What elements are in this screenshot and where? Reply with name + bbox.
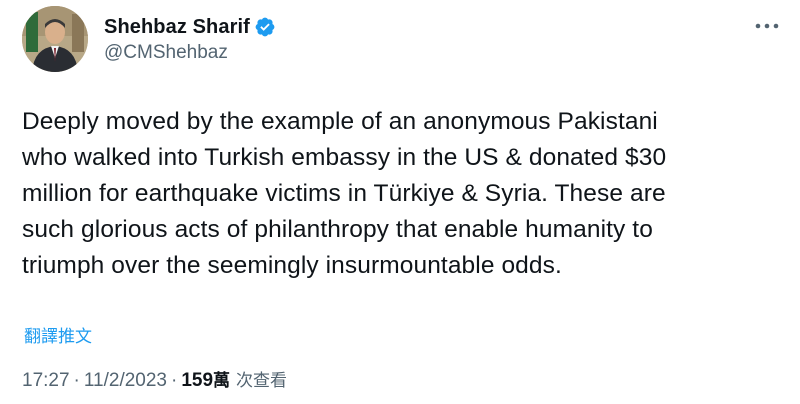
meta-separator: · <box>73 370 80 391</box>
views-count[interactable]: 159 <box>181 370 213 392</box>
verified-badge-icon <box>254 16 276 38</box>
author-header: Shehbaz Sharif @CMShehbaz <box>104 14 276 64</box>
display-name[interactable]: Shehbaz Sharif <box>104 16 250 39</box>
meta-separator: · <box>171 370 178 391</box>
tweet-text: Deeply moved by the example of an anonym… <box>22 104 792 284</box>
translate-tweet-link[interactable]: 翻譯推文 <box>24 322 92 347</box>
tweet-card: Shehbaz Sharif @CMShehbaz Deeply moved b… <box>0 0 800 404</box>
more-options-icon <box>755 23 779 29</box>
tweet-text-line: triumph over the seemingly insurmountabl… <box>22 252 562 279</box>
avatar-photo-icon <box>22 6 88 72</box>
more-options-button[interactable] <box>752 14 782 38</box>
avatar[interactable] <box>22 6 88 72</box>
handle[interactable]: @CMShehbaz <box>104 42 276 64</box>
tweet-text-line: million for earthquake victims in Türkiy… <box>22 180 666 207</box>
tweet-text-line: such glorious acts of philanthropy that … <box>22 216 653 243</box>
tweet-date[interactable]: 11/2/2023 <box>84 370 167 392</box>
tweet-text-line: who walked into Turkish embassy in the U… <box>22 144 667 171</box>
tweet-time[interactable]: 17:27 <box>22 370 70 392</box>
tweet-meta: 17:27 · 11/2/2023 · 159 萬 次查看 <box>22 366 287 392</box>
views-unit[interactable]: 萬 <box>213 366 230 391</box>
tweet-text-line: Deeply moved by the example of an anonym… <box>22 108 658 135</box>
views-label[interactable]: 次查看 <box>236 366 287 391</box>
display-name-row: Shehbaz Sharif <box>104 14 276 40</box>
